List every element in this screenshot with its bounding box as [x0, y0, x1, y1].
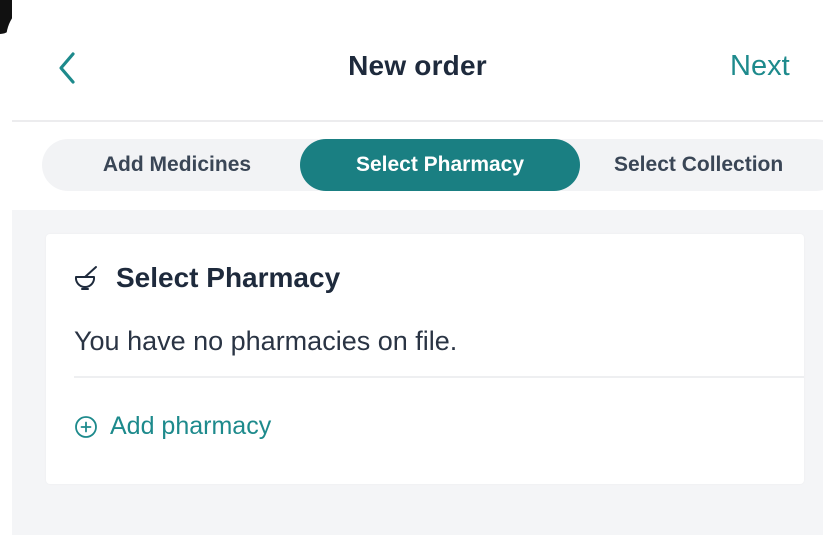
next-button[interactable]: Next — [730, 50, 790, 83]
new-order-screen: New order Next Add Medicines Select Phar… — [0, 0, 823, 535]
page-title: New order — [348, 50, 487, 81]
card-header: Select Pharmacy — [74, 262, 340, 294]
tab-select-collection[interactable]: Select Collection — [614, 139, 823, 191]
plus-circle-icon — [75, 415, 97, 438]
select-pharmacy-card: Select Pharmacy You have no pharmacies o… — [46, 234, 804, 484]
order-step-bar: Add Medicines Select Pharmacy Select Col… — [12, 124, 823, 210]
tab-select-pharmacy[interactable]: Select Pharmacy — [300, 139, 580, 191]
mortar-pestle-icon — [74, 266, 97, 290]
navigation-bar: New order Next — [12, 0, 823, 122]
add-pharmacy-label: Add pharmacy — [110, 412, 272, 440]
card-title: Select Pharmacy — [116, 262, 341, 293]
tab-add-medicines[interactable]: Add Medicines — [64, 139, 290, 191]
empty-state-message: You have no pharmacies on file. — [74, 326, 458, 356]
add-pharmacy-button[interactable]: Add pharmacy — [74, 412, 271, 441]
card-divider — [74, 376, 804, 378]
